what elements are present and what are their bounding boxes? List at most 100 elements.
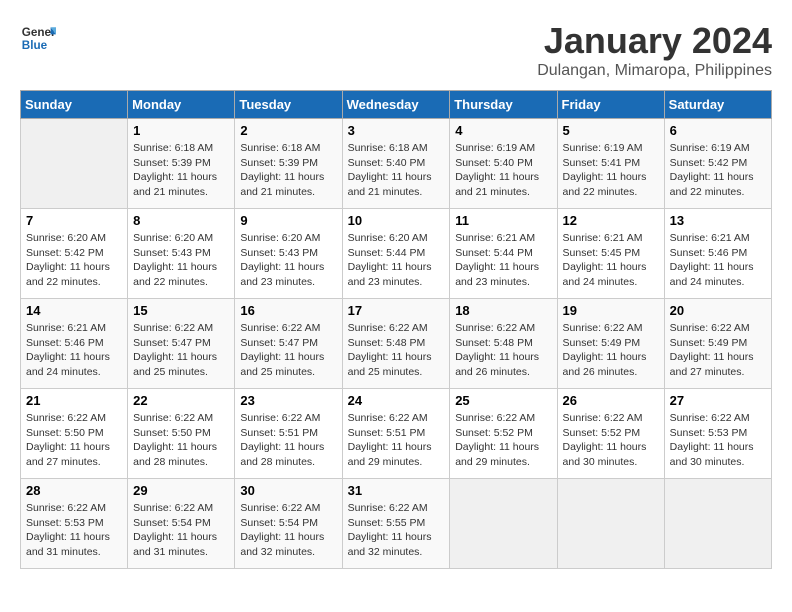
calendar-cell: 11Sunrise: 6:21 AMSunset: 5:44 PMDayligh…: [450, 209, 557, 299]
calendar-cell: 31 Sunrise: 6:22 AMSunset: 5:55 PMDayligh…: [342, 479, 450, 569]
calendar-cell: [664, 479, 771, 569]
day-info: Sunrise: 6:19 AMSunset: 5:40 PMDaylight:…: [455, 141, 551, 200]
day-number: 6: [670, 123, 766, 138]
calendar-cell: [557, 479, 664, 569]
calendar-cell: 1Sunrise: 6:18 AMSunset: 5:39 PMDaylight…: [128, 119, 235, 209]
day-number: 15: [133, 303, 229, 318]
day-number: 5: [563, 123, 659, 138]
calendar-cell: 12 Sunrise: 6:21 AMSunset: 5:45 PMDayligh…: [557, 209, 664, 299]
calendar-cell: 7 Sunrise: 6:20 AMSunset: 5:42 PMDaylight…: [21, 209, 128, 299]
calendar-cell: 22 Sunrise: 6:22 AMSunset: 5:50 PMDayligh…: [128, 389, 235, 479]
calendar-cell: 16 Sunrise: 6:22 AMSunset: 5:47 PMDayligh…: [235, 299, 342, 389]
calendar-cell: 21 Sunrise: 6:22 AMSunset: 5:50 PMDayligh…: [21, 389, 128, 479]
calendar-cell: 30 Sunrise: 6:22 AMSunset: 5:54 PMDayligh…: [235, 479, 342, 569]
day-info: Sunrise: 6:22 AMSunset: 5:51 PMDaylight:…: [348, 411, 445, 470]
day-info: Sunrise: 6:20 AMSunset: 5:42 PMDaylight:…: [26, 231, 122, 290]
day-number: 16: [240, 303, 336, 318]
day-number: 30: [240, 483, 336, 498]
day-number: 12: [563, 213, 659, 228]
title-block: January 2024 Dulangan, Mimaropa, Philipp…: [537, 20, 772, 80]
calendar-cell: 2 Sunrise: 6:18 AMSunset: 5:39 PMDaylight…: [235, 119, 342, 209]
day-number: 4: [455, 123, 551, 138]
day-number: 3: [348, 123, 445, 138]
day-info: Sunrise: 6:18 AMSunset: 5:39 PMDaylight:…: [133, 141, 229, 200]
calendar-cell: 10Sunrise: 6:20 AMSunset: 5:44 PMDayligh…: [342, 209, 450, 299]
day-number: 7: [26, 213, 122, 228]
day-number: 29: [133, 483, 229, 498]
calendar-title: January 2024: [537, 20, 772, 62]
day-info: Sunrise: 6:22 AMSunset: 5:48 PMDaylight:…: [348, 321, 445, 380]
day-info: Sunrise: 6:22 AMSunset: 5:49 PMDaylight:…: [670, 321, 766, 380]
svg-text:Blue: Blue: [22, 39, 48, 52]
day-number: 17: [348, 303, 445, 318]
day-info: Sunrise: 6:21 AMSunset: 5:45 PMDaylight:…: [563, 231, 659, 290]
calendar-cell: 27 Sunrise: 6:22 AMSunset: 5:53 PMDayligh…: [664, 389, 771, 479]
calendar-cell: 8Sunrise: 6:20 AMSunset: 5:43 PMDaylight…: [128, 209, 235, 299]
week-row-5: 28 Sunrise: 6:22 AMSunset: 5:53 PMDayligh…: [21, 479, 772, 569]
day-number: 25: [455, 393, 551, 408]
calendar-cell: [21, 119, 128, 209]
calendar-cell: 28 Sunrise: 6:22 AMSunset: 5:53 PMDayligh…: [21, 479, 128, 569]
day-info: Sunrise: 6:18 AMSunset: 5:39 PMDaylight:…: [240, 141, 336, 200]
day-number: 28: [26, 483, 122, 498]
day-number: 31: [348, 483, 445, 498]
day-info: Sunrise: 6:22 AMSunset: 5:54 PMDaylight:…: [133, 501, 229, 560]
day-info: Sunrise: 6:22 AMSunset: 5:50 PMDaylight:…: [133, 411, 229, 470]
day-info: Sunrise: 6:21 AMSunset: 5:46 PMDaylight:…: [26, 321, 122, 380]
weekday-tuesday: Tuesday: [235, 91, 342, 119]
weekday-saturday: Saturday: [664, 91, 771, 119]
day-number: 27: [670, 393, 766, 408]
day-info: Sunrise: 6:22 AMSunset: 5:52 PMDaylight:…: [455, 411, 551, 470]
day-info: Sunrise: 6:21 AMSunset: 5:44 PMDaylight:…: [455, 231, 551, 290]
page-header: General Blue January 2024 Dulangan, Mima…: [20, 20, 772, 80]
day-number: 20: [670, 303, 766, 318]
day-number: 22: [133, 393, 229, 408]
calendar-cell: 25 Sunrise: 6:22 AMSunset: 5:52 PMDayligh…: [450, 389, 557, 479]
calendar-cell: 23Sunrise: 6:22 AMSunset: 5:51 PMDayligh…: [235, 389, 342, 479]
calendar-cell: 5 Sunrise: 6:19 AMSunset: 5:41 PMDaylight…: [557, 119, 664, 209]
calendar-cell: 18 Sunrise: 6:22 AMSunset: 5:48 PMDayligh…: [450, 299, 557, 389]
day-info: Sunrise: 6:22 AMSunset: 5:53 PMDaylight:…: [26, 501, 122, 560]
week-row-1: 1Sunrise: 6:18 AMSunset: 5:39 PMDaylight…: [21, 119, 772, 209]
day-info: Sunrise: 6:22 AMSunset: 5:53 PMDaylight:…: [670, 411, 766, 470]
calendar-table: SundayMondayTuesdayWednesdayThursdayFrid…: [20, 90, 772, 569]
weekday-thursday: Thursday: [450, 91, 557, 119]
day-info: Sunrise: 6:22 AMSunset: 5:55 PMDaylight:…: [348, 501, 445, 560]
calendar-cell: 20 Sunrise: 6:22 AMSunset: 5:49 PMDayligh…: [664, 299, 771, 389]
day-number: 18: [455, 303, 551, 318]
day-info: Sunrise: 6:22 AMSunset: 5:51 PMDaylight:…: [240, 411, 336, 470]
day-number: 24: [348, 393, 445, 408]
day-info: Sunrise: 6:19 AMSunset: 5:41 PMDaylight:…: [563, 141, 659, 200]
calendar-cell: 26Sunrise: 6:22 AMSunset: 5:52 PMDayligh…: [557, 389, 664, 479]
calendar-cell: 17 Sunrise: 6:22 AMSunset: 5:48 PMDayligh…: [342, 299, 450, 389]
calendar-cell: [450, 479, 557, 569]
day-info: Sunrise: 6:18 AMSunset: 5:40 PMDaylight:…: [348, 141, 445, 200]
day-number: 19: [563, 303, 659, 318]
week-row-2: 7 Sunrise: 6:20 AMSunset: 5:42 PMDaylight…: [21, 209, 772, 299]
calendar-cell: 24 Sunrise: 6:22 AMSunset: 5:51 PMDayligh…: [342, 389, 450, 479]
weekday-sunday: Sunday: [21, 91, 128, 119]
weekday-monday: Monday: [128, 91, 235, 119]
calendar-subtitle: Dulangan, Mimaropa, Philippines: [537, 62, 772, 80]
calendar-cell: 6 Sunrise: 6:19 AMSunset: 5:42 PMDaylight…: [664, 119, 771, 209]
calendar-cell: 14Sunrise: 6:21 AMSunset: 5:46 PMDayligh…: [21, 299, 128, 389]
week-row-4: 21 Sunrise: 6:22 AMSunset: 5:50 PMDayligh…: [21, 389, 772, 479]
day-info: Sunrise: 6:22 AMSunset: 5:49 PMDaylight:…: [563, 321, 659, 380]
day-number: 13: [670, 213, 766, 228]
day-info: Sunrise: 6:19 AMSunset: 5:42 PMDaylight:…: [670, 141, 766, 200]
day-info: Sunrise: 6:21 AMSunset: 5:46 PMDaylight:…: [670, 231, 766, 290]
day-info: Sunrise: 6:22 AMSunset: 5:54 PMDaylight:…: [240, 501, 336, 560]
day-info: Sunrise: 6:22 AMSunset: 5:47 PMDaylight:…: [240, 321, 336, 380]
day-number: 21: [26, 393, 122, 408]
day-info: Sunrise: 6:20 AMSunset: 5:43 PMDaylight:…: [133, 231, 229, 290]
day-info: Sunrise: 6:22 AMSunset: 5:48 PMDaylight:…: [455, 321, 551, 380]
calendar-cell: 4 Sunrise: 6:19 AMSunset: 5:40 PMDaylight…: [450, 119, 557, 209]
day-number: 2: [240, 123, 336, 138]
day-info: Sunrise: 6:20 AMSunset: 5:43 PMDaylight:…: [240, 231, 336, 290]
calendar-cell: 13 Sunrise: 6:21 AMSunset: 5:46 PMDayligh…: [664, 209, 771, 299]
logo-icon: General Blue: [20, 20, 56, 56]
logo: General Blue: [20, 20, 56, 56]
calendar-cell: 3 Sunrise: 6:18 AMSunset: 5:40 PMDaylight…: [342, 119, 450, 209]
weekday-friday: Friday: [557, 91, 664, 119]
day-info: Sunrise: 6:22 AMSunset: 5:50 PMDaylight:…: [26, 411, 122, 470]
